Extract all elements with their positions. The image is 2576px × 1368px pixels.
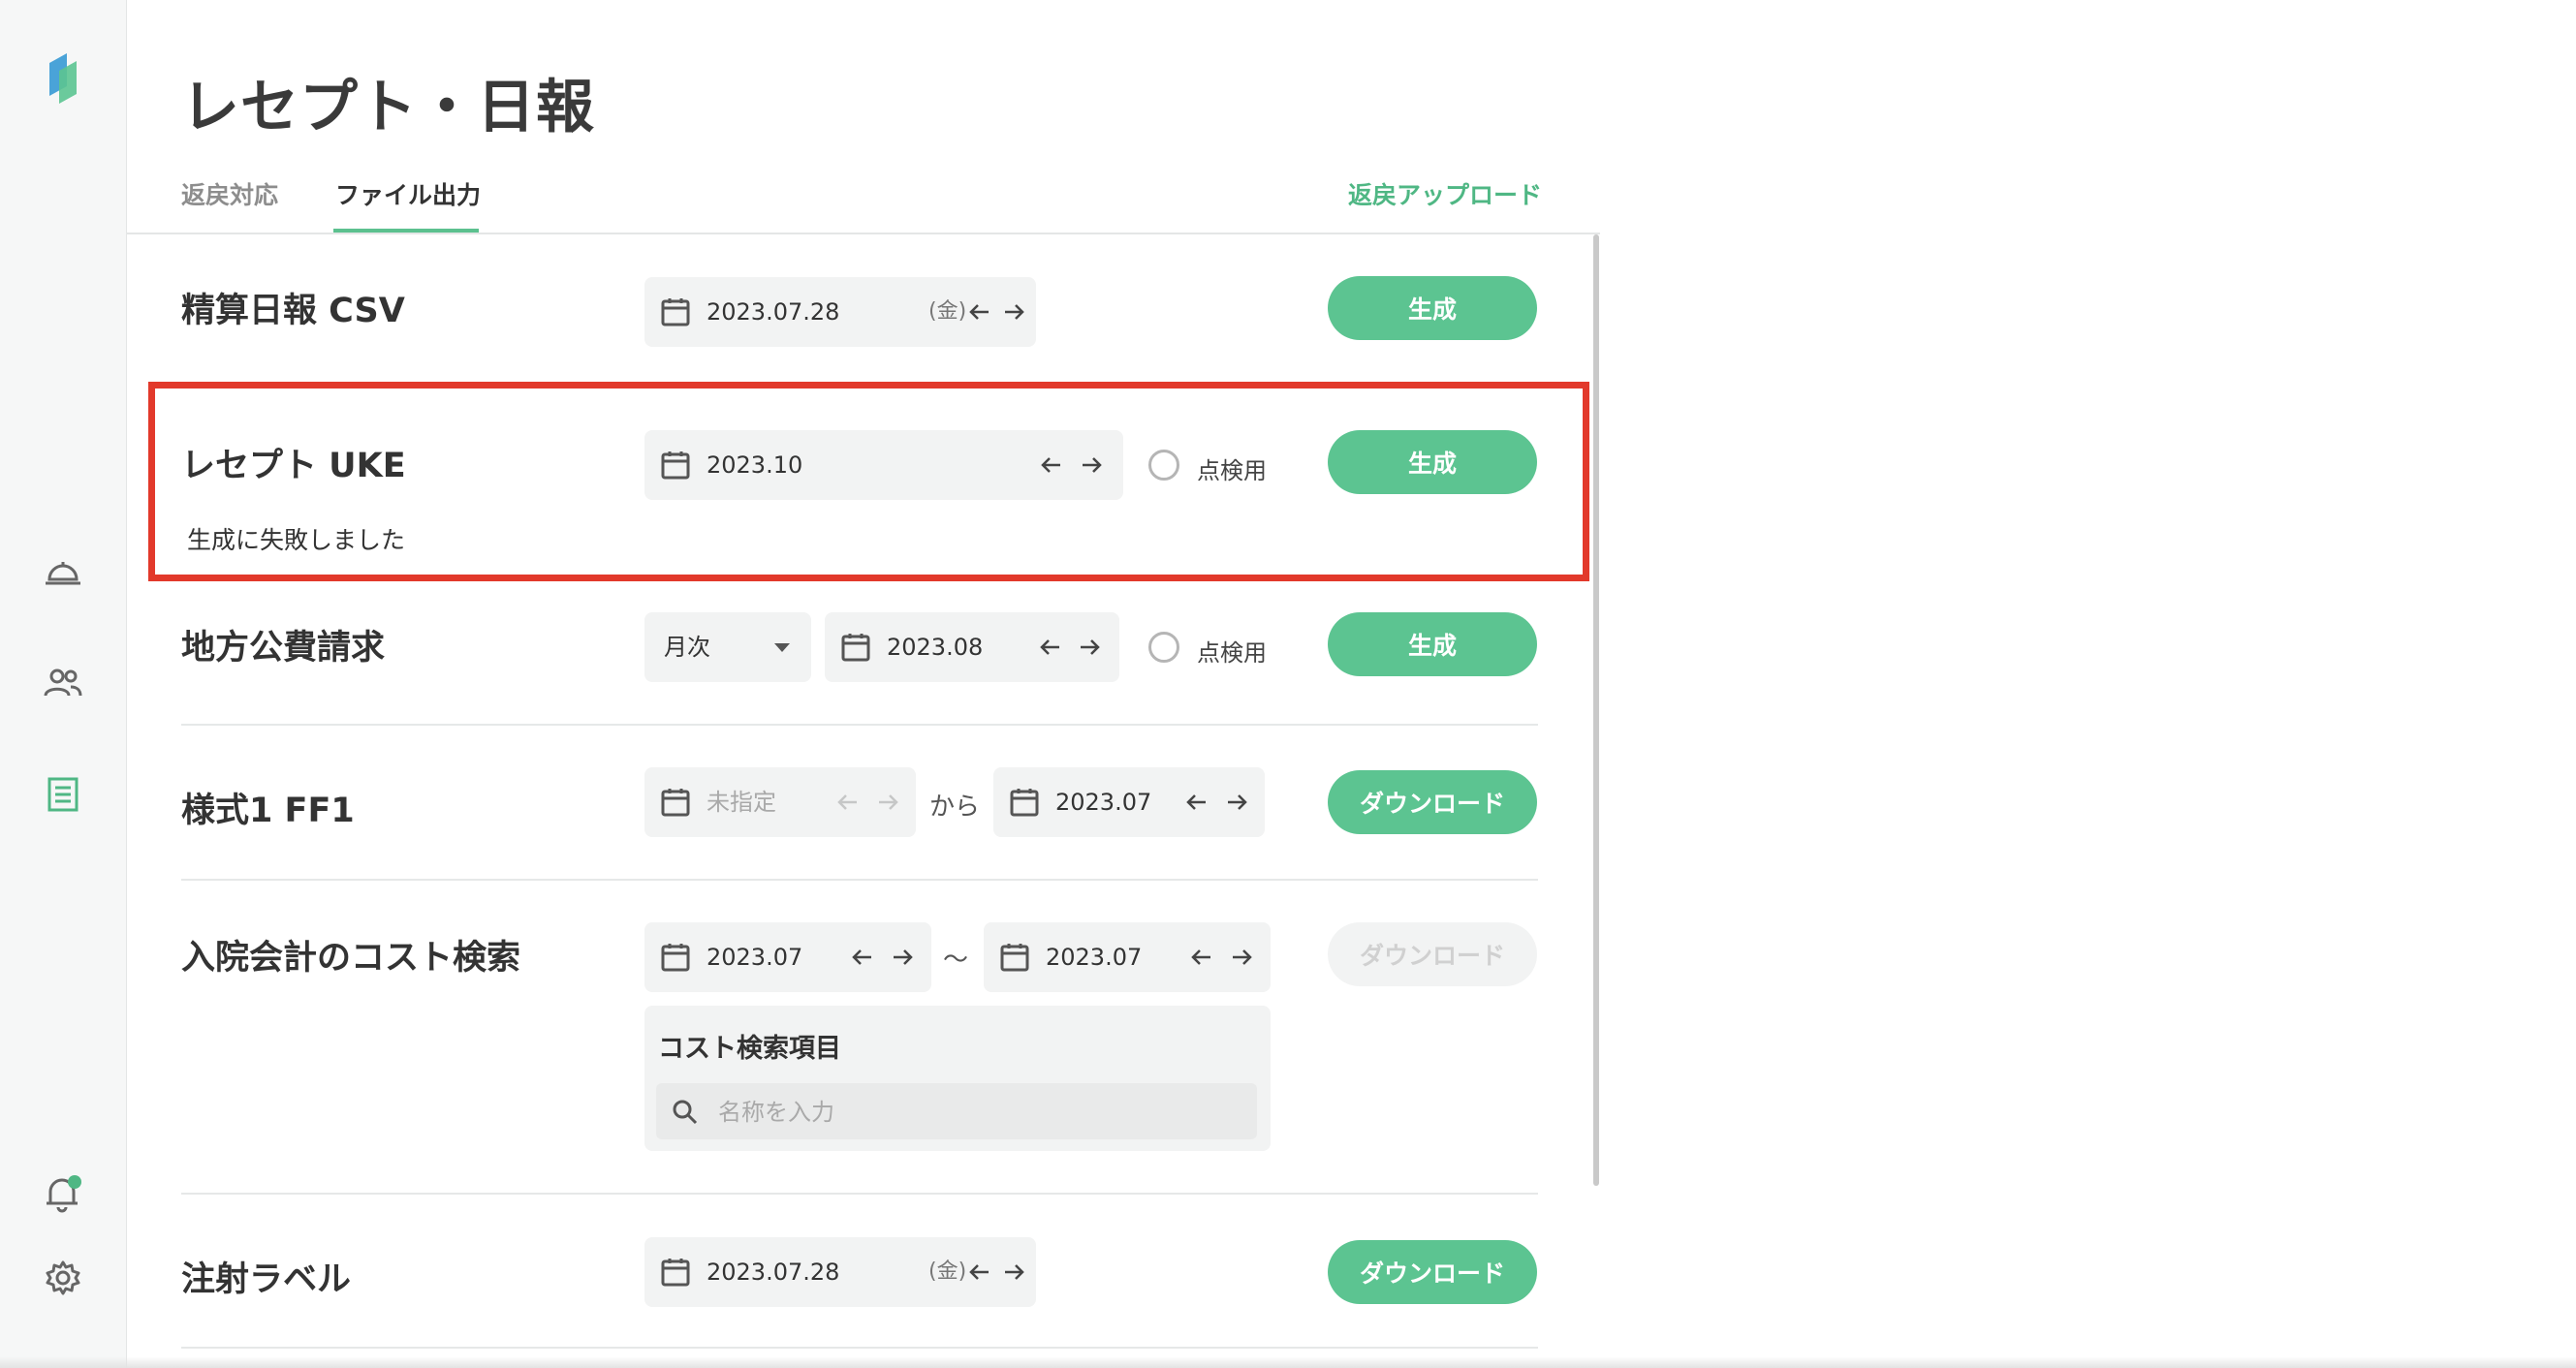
form-ff1-download-button[interactable]: ダウンロード — [1328, 770, 1537, 834]
daily-csv-generate-button[interactable]: 生成 — [1328, 276, 1537, 340]
scrollbar[interactable] — [1593, 234, 1599, 1186]
bottom-edge-shadow — [0, 1356, 2576, 1368]
annotation-highlight-box — [148, 382, 1589, 581]
cost-search-title: 入院会計のコスト検索 — [181, 939, 521, 978]
next-arrow-icon[interactable] — [1224, 790, 1249, 815]
row-divider — [181, 724, 1538, 726]
prev-arrow-icon[interactable] — [1038, 635, 1063, 660]
cost-search-to-value: 2023.07 — [1046, 944, 1143, 971]
local-claims-title: 地方公費請求 — [181, 629, 386, 668]
cost-search-from-value: 2023.07 — [707, 944, 803, 971]
tab-file-output[interactable]: ファイル出力 — [335, 176, 481, 211]
cost-search-input[interactable] — [716, 1083, 1243, 1141]
injection-label-date-field[interactable]: 2023.07.28 (金) — [644, 1237, 1036, 1307]
local-claims-check-radio[interactable] — [1148, 632, 1179, 663]
injection-label-date-value: 2023.07.28 — [707, 1259, 840, 1286]
daily-csv-weekday: (金) — [928, 299, 967, 324]
caret-down-icon — [774, 643, 790, 652]
form-ff1-from-field[interactable]: 未指定 — [644, 767, 916, 837]
form-ff1-to-field[interactable]: 2023.07 — [993, 767, 1265, 837]
calendar-icon — [661, 1259, 690, 1287]
cost-search-to-field[interactable]: 2023.07 — [984, 922, 1271, 992]
from-separator: から — [929, 793, 981, 822]
injection-label-title: 注射ラベル — [181, 1260, 352, 1299]
reception-bell-icon[interactable] — [39, 548, 87, 597]
calendar-icon — [661, 298, 690, 326]
local-claims-check-label: 点検用 — [1197, 639, 1267, 667]
daily-csv-date-field[interactable]: 2023.07.28 (金) — [644, 277, 1036, 347]
cost-search-box[interactable] — [656, 1083, 1257, 1141]
next-arrow-icon[interactable] — [1001, 299, 1026, 325]
form-ff1-to-value: 2023.07 — [1055, 789, 1152, 816]
next-arrow-icon[interactable] — [1001, 1259, 1026, 1285]
prev-arrow-icon[interactable] — [967, 299, 992, 325]
app-logo-icon[interactable] — [39, 53, 87, 104]
page-title: レセプト・日報 — [181, 74, 595, 141]
daily-csv-date-value: 2023.07.28 — [707, 298, 840, 326]
main-panel: レセプト・日報 返戻対応 ファイル出力 返戻アップロード 精算日報 CSV 20… — [127, 0, 1600, 1368]
calendar-icon — [661, 944, 690, 972]
local-claims-period-value: 月次 — [664, 634, 710, 661]
local-claims-period-select[interactable]: 月次 — [644, 612, 811, 682]
prev-arrow-icon[interactable] — [1184, 790, 1209, 815]
next-arrow-icon[interactable] — [890, 945, 915, 970]
injection-label-download-button[interactable]: ダウンロード — [1328, 1240, 1537, 1304]
prev-arrow-icon[interactable] — [967, 1259, 992, 1285]
daily-csv-title: 精算日報 CSV — [181, 292, 405, 330]
form-ff1-from-value: 未指定 — [707, 789, 776, 816]
prev-arrow-icon[interactable] — [1189, 945, 1214, 970]
local-claims-generate-button[interactable]: 生成 — [1328, 612, 1537, 676]
calendar-icon — [1010, 789, 1039, 817]
cost-search-panel: コスト検索項目 — [644, 1006, 1271, 1151]
row-divider — [181, 1347, 1538, 1349]
next-arrow-icon[interactable] — [1077, 635, 1102, 660]
cost-search-panel-title: コスト検索項目 — [658, 1034, 841, 1064]
cost-search-from-field[interactable]: 2023.07 — [644, 922, 931, 992]
row-divider — [181, 879, 1538, 881]
form-ff1-title: 様式1 FF1 — [181, 792, 355, 830]
tab-returns[interactable]: 返戻対応 — [181, 176, 278, 211]
calendar-icon — [1000, 944, 1029, 972]
prev-arrow-icon[interactable] — [850, 945, 875, 970]
notifications-icon[interactable] — [39, 1170, 87, 1219]
local-claims-month-field[interactable]: 2023.08 — [825, 612, 1119, 682]
calendar-icon — [661, 789, 690, 817]
row-divider — [181, 1193, 1538, 1195]
calendar-icon — [841, 634, 870, 662]
settings-icon[interactable] — [39, 1254, 87, 1302]
search-icon — [673, 1100, 698, 1125]
returns-upload-link[interactable]: 返戻アップロード — [1348, 176, 1542, 211]
header-divider — [127, 233, 1600, 234]
range-tilde: 〜 — [943, 946, 969, 975]
next-arrow-icon[interactable] — [1229, 945, 1254, 970]
next-arrow-icon — [879, 794, 898, 810]
prev-arrow-icon — [837, 794, 857, 810]
injection-label-weekday: (金) — [928, 1259, 967, 1284]
sidebar — [0, 0, 128, 1368]
local-claims-month-value: 2023.08 — [887, 634, 984, 661]
documents-icon[interactable] — [39, 770, 87, 819]
patients-icon[interactable] — [39, 659, 87, 707]
cost-search-download-button[interactable]: ダウンロード — [1328, 922, 1537, 986]
